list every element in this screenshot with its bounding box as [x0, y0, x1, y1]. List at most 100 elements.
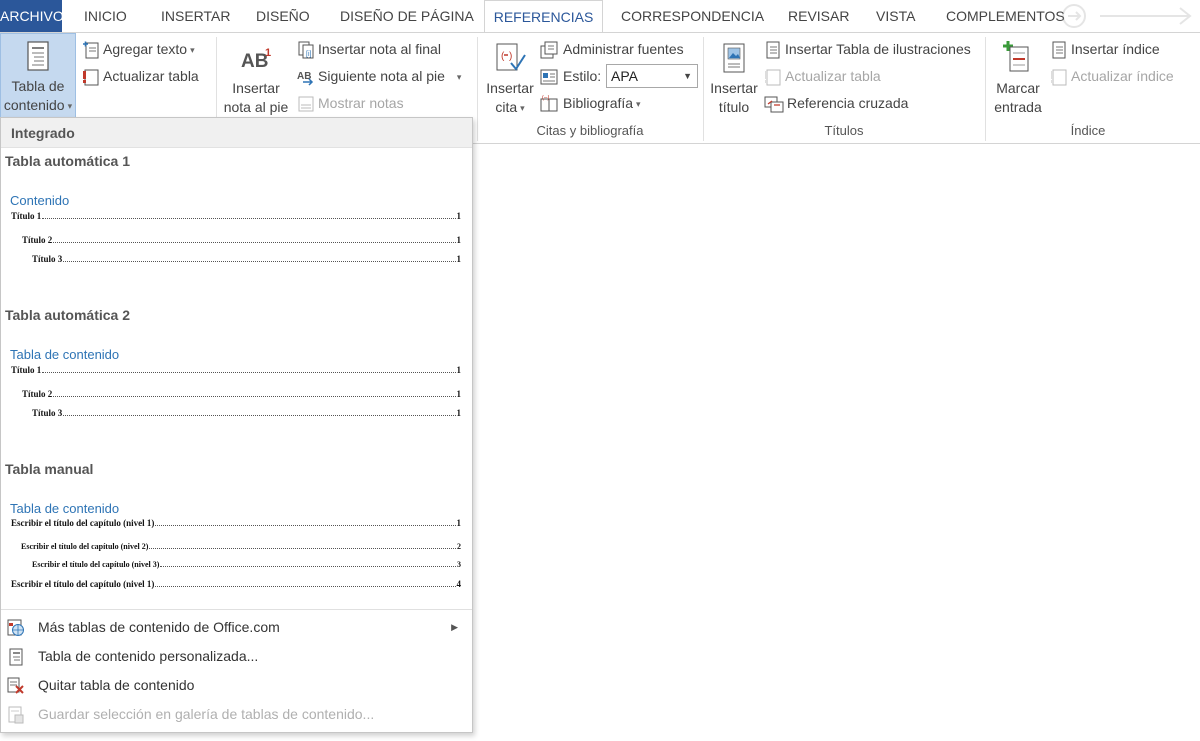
- mark-entry-icon: [1003, 41, 1029, 72]
- more-tables-office-menu-item[interactable]: Más tablas de contenido de Office.com ▶: [1, 613, 472, 641]
- office-web-icon: [7, 619, 24, 636]
- gallery-section-header: Integrado: [1, 118, 472, 148]
- toc-preview-line: Título 21: [22, 235, 461, 245]
- insert-caption-label-2: título: [718, 99, 750, 115]
- insert-endnote-button[interactable]: [i] Insertar nota al final: [297, 38, 441, 60]
- tab-diseno[interactable]: DISEÑO: [256, 0, 310, 32]
- next-footnote-button[interactable]: AB Siguiente nota al pie ▾: [297, 65, 461, 87]
- toc-button-label-2: contenido ▾: [3, 97, 73, 113]
- update-index-icon: [1051, 69, 1067, 86]
- custom-table-menu-item[interactable]: Tabla de contenido personalizada...: [1, 642, 472, 670]
- manage-sources-label: Administrar fuentes: [563, 41, 684, 57]
- tab-vista[interactable]: VISTA: [876, 0, 915, 32]
- style-label: Estilo:: [540, 65, 601, 87]
- index-group-label: Índice: [1070, 123, 1106, 138]
- endnote-icon: [i]: [298, 41, 314, 59]
- add-text-icon: [83, 41, 99, 59]
- tab-insertar[interactable]: INSERTAR: [161, 0, 231, 32]
- manual-table-heading: Tabla de contenido: [10, 501, 120, 516]
- insert-table-of-figures-button[interactable]: Insertar Tabla de ilustraciones: [764, 38, 971, 60]
- menu-divider: [1, 609, 472, 610]
- toc-preview-line: Título 11: [11, 365, 461, 375]
- bibliography-button[interactable]: (–) Bibliografía ▾: [540, 92, 641, 114]
- svg-text:(–): (–): [542, 95, 549, 101]
- update-index-button[interactable]: Actualizar índice: [1050, 65, 1174, 87]
- cross-reference-button[interactable]: Referencia cruzada: [764, 92, 908, 114]
- update-table-button[interactable]: Actualizar tabla: [82, 65, 199, 87]
- toc-preview-line: Título 11: [11, 211, 461, 221]
- cross-reference-icon: [764, 96, 784, 113]
- update-index-label: Actualizar índice: [1071, 68, 1174, 84]
- group-divider: [703, 37, 704, 141]
- tab-diseno-de-pagina[interactable]: DISEÑO DE PÁGINA: [340, 0, 474, 32]
- mark-entry-button[interactable]: Marcar entrada: [988, 39, 1048, 117]
- update-table-label: Actualizar tabla: [103, 68, 199, 84]
- toc-button-label-1: Tabla de: [11, 78, 65, 94]
- insert-caption-icon: [723, 43, 745, 73]
- cross-reference-label: Referencia cruzada: [787, 95, 909, 111]
- table-of-figures-icon: [766, 41, 780, 59]
- insert-citation-button[interactable]: ( ) Insertar cita ▾: [480, 43, 540, 118]
- tab-referencias[interactable]: REFERENCIAS: [484, 0, 603, 33]
- update-table-figures-icon: [765, 69, 781, 86]
- auto-table-1-title: Tabla automática 1: [5, 153, 131, 169]
- ribbon-tab-bar: ARCHIVO INICIO INSERTAR DISEÑO DISEÑO DE…: [0, 0, 1200, 33]
- submenu-arrow-icon: ▶: [451, 622, 458, 632]
- insert-endnote-label: Insertar nota al final: [318, 41, 441, 57]
- toc-preview-line: Escribir el título del capítulo (nivel 2…: [21, 542, 461, 551]
- update-table-icon: [83, 69, 99, 86]
- manage-sources-button[interactable]: Administrar fuentes: [540, 38, 684, 60]
- svg-text:1: 1: [265, 47, 271, 59]
- table-of-contents-button[interactable]: Tabla de contenido ▾: [2, 41, 74, 116]
- toc-preview-line: Título 31: [32, 254, 461, 264]
- svg-text:AB: AB: [297, 71, 311, 82]
- citations-group-label: Citas y bibliografía: [536, 123, 644, 138]
- auto-table-2-title: Tabla automática 2: [5, 307, 131, 323]
- chevron-down-icon[interactable]: ▼: [683, 65, 692, 87]
- tab-archivo[interactable]: ARCHIVO: [0, 0, 64, 32]
- tab-correspondencia[interactable]: CORRESPONDENCIA: [621, 0, 764, 32]
- remove-table-menu-item[interactable]: Quitar tabla de contenido: [1, 671, 472, 699]
- show-notes-button[interactable]: Mostrar notas: [297, 92, 404, 114]
- captions-group-label: Títulos: [824, 123, 864, 138]
- bibliography-icon: (–): [540, 95, 558, 112]
- next-footnote-icon: AB: [297, 71, 314, 86]
- add-text-button[interactable]: Agregar texto ▾: [82, 38, 195, 60]
- tab-inicio[interactable]: INICIO: [84, 0, 127, 32]
- save-selection-menu-item[interactable]: Guardar selección en galería de tablas d…: [1, 700, 472, 728]
- chevron-down-icon: ▾: [520, 102, 525, 113]
- toc-preview-line: Título 31: [32, 408, 461, 418]
- show-notes-label: Mostrar notas: [318, 95, 404, 111]
- update-table-figures-label: Actualizar tabla: [785, 68, 881, 84]
- group-divider: [477, 37, 478, 141]
- group-divider: [985, 37, 986, 141]
- insert-index-icon: [1052, 41, 1066, 59]
- manage-sources-icon: [540, 41, 558, 59]
- save-selection-label: Guardar selección en galería de tablas d…: [38, 706, 375, 722]
- tab-revisar[interactable]: REVISAR: [788, 0, 849, 32]
- chevron-down-icon: ▾: [67, 100, 73, 111]
- insert-index-button[interactable]: Insertar índice: [1050, 38, 1160, 60]
- custom-table-label: Tabla de contenido personalizada...: [38, 648, 259, 664]
- remove-table-label: Quitar tabla de contenido: [38, 677, 195, 693]
- custom-toc-icon: [9, 648, 23, 666]
- insert-index-label: Insertar índice: [1071, 41, 1160, 57]
- save-to-gallery-icon: [8, 706, 24, 724]
- insert-caption-button[interactable]: Insertar título: [706, 43, 762, 117]
- insert-footnote-label-1: Insertar: [232, 80, 280, 96]
- update-table-figures-button[interactable]: Actualizar tabla: [764, 65, 881, 87]
- chevron-down-icon: ▾: [636, 99, 641, 110]
- insert-citation-label-2: cita ▾: [495, 99, 525, 115]
- bibliography-label: Bibliografía: [563, 95, 634, 111]
- tab-complementos[interactable]: COMPLEMENTOS: [946, 0, 1065, 32]
- citation-style-value: APA: [611, 68, 638, 84]
- toc-preview-line: Título 21: [22, 389, 461, 399]
- auto-table-2-heading: Tabla de contenido: [10, 347, 120, 362]
- table-of-contents-icon: [27, 41, 49, 71]
- insert-table-of-figures-label: Insertar Tabla de ilustraciones: [785, 41, 971, 57]
- citation-style-select[interactable]: APA ▼: [606, 64, 698, 88]
- insert-citation-icon: ( ): [496, 43, 526, 71]
- insert-footnote-button[interactable]: AB 1 Insertar nota al pie: [220, 45, 292, 117]
- add-text-label: Agregar texto: [103, 41, 188, 57]
- remove-toc-icon: [7, 677, 24, 694]
